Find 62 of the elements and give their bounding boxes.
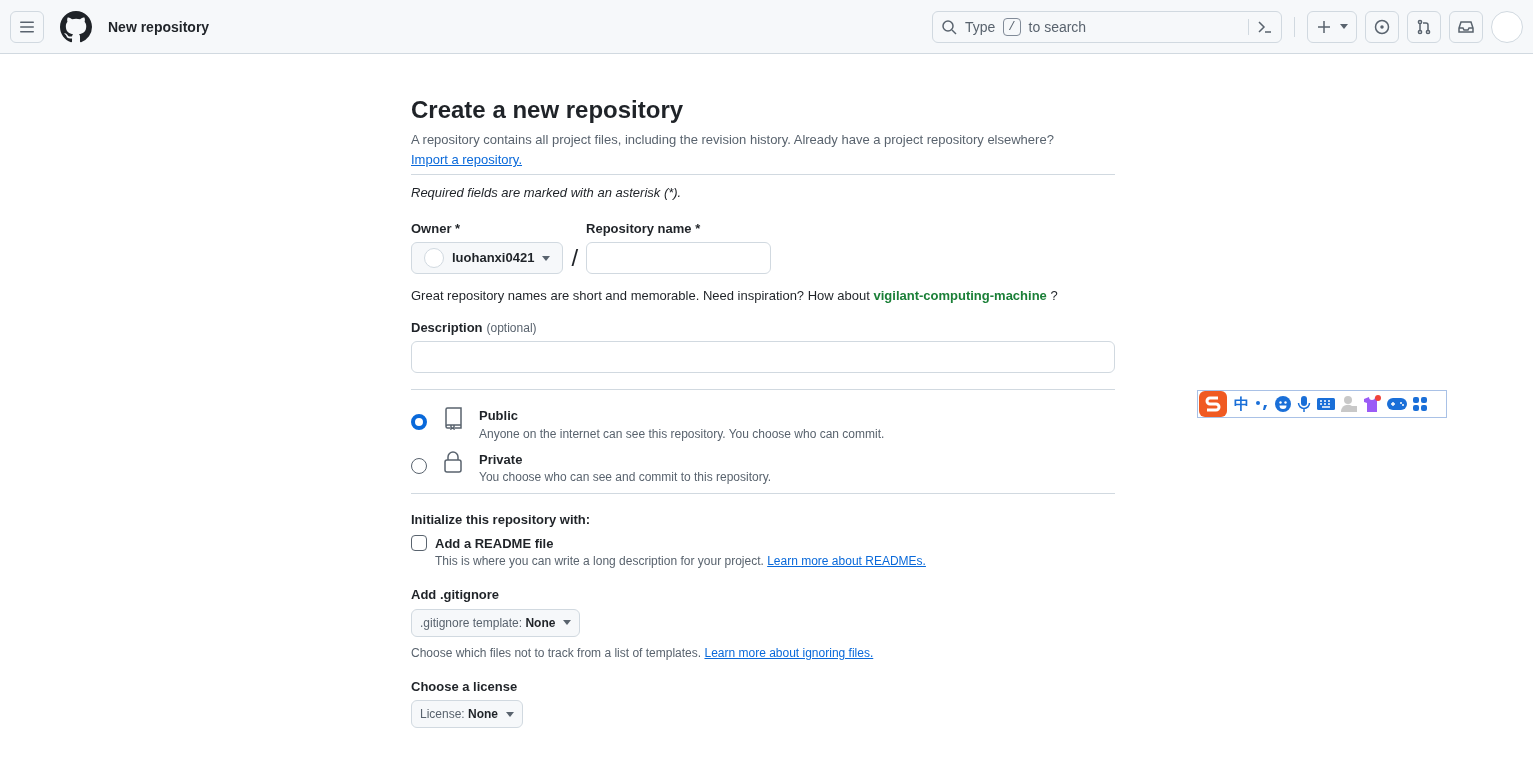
plus-icon (1316, 18, 1332, 35)
field-label: Repository name * (586, 219, 702, 238)
menu-button[interactable] (10, 10, 44, 43)
octocat-logo-icon[interactable] (60, 10, 92, 43)
pull-request-icon (1416, 18, 1432, 35)
caret-icon (563, 620, 572, 625)
create-new-button[interactable] (1307, 10, 1357, 43)
gamepad-icon[interactable] (1387, 397, 1407, 411)
issue-icon (1374, 18, 1390, 35)
microphone-icon[interactable] (1297, 395, 1311, 413)
section-heading: Choose a license (411, 677, 519, 696)
gitignore-link[interactable]: Learn more about ignoring files. (704, 645, 874, 660)
owner-dropdown[interactable]: luohanxi0421 (411, 242, 564, 274)
search-prefix: Type (965, 17, 996, 37)
license-dropdown[interactable]: License: None (411, 700, 524, 728)
caret-icon (506, 711, 515, 717)
readme-checkbox[interactable] (411, 535, 427, 552)
radio-button[interactable] (411, 414, 427, 430)
optional-hint: (optional) (486, 319, 537, 336)
keyboard-icon[interactable] (1317, 397, 1335, 411)
inbox-button[interactable] (1449, 10, 1483, 43)
option-description: Anyone on the internet can see this repository. You choose who can commit. (479, 425, 885, 442)
option-title: Public (479, 407, 519, 425)
import-link[interactable]: Import a repository. (411, 152, 523, 167)
name-suggestion: Great repository names are short and memorable. Need inspiration? How about vigilant-computing-machine ? (411, 287, 1059, 305)
option-description: You choose who can see and commit to this repository. (479, 469, 772, 485)
shortcut-key: / (1003, 17, 1021, 36)
gitignore-help: Choose which files not to track from a list of templates. Learn more about ignoring files. (411, 644, 875, 661)
section-heading: Add .gitignore (411, 586, 501, 604)
required-note: Required fields are marked with an asterisk (*). (411, 184, 683, 202)
radio-button[interactable] (411, 457, 427, 474)
owner-avatar (424, 248, 444, 268)
issues-button[interactable] (1365, 10, 1399, 43)
shirt-icon[interactable] (1363, 395, 1381, 413)
repository-name-input[interactable] (586, 242, 772, 274)
terminal-icon[interactable] (1257, 18, 1273, 35)
intro-text: A repository contains all project files, including the revision history. Already have a project repository elsewhere? (411, 131, 1055, 149)
field-label: Description (411, 318, 483, 337)
search-suffix: to search (1028, 17, 1087, 37)
lock-icon (443, 449, 463, 474)
page-title: New repository (108, 17, 210, 37)
path-separator: / (571, 243, 579, 273)
checkbox-label: Add a README file (435, 534, 554, 553)
caret-icon (542, 255, 551, 261)
pull-requests-button[interactable] (1407, 10, 1441, 43)
inbox-icon (1458, 18, 1474, 35)
book-icon (443, 406, 463, 430)
smiley-icon[interactable] (1275, 396, 1291, 412)
readme-help: This is where you can write a long description for your project. Learn more about READMEs. (435, 553, 927, 569)
input-mode-toggle[interactable]: 中 (1234, 392, 1249, 416)
apps-grid-icon[interactable] (1413, 397, 1427, 411)
option-title: Private (479, 450, 524, 469)
description-input[interactable] (411, 341, 1115, 373)
search-icon (941, 18, 957, 35)
s-logo-icon[interactable] (1198, 390, 1228, 418)
readme-link[interactable]: Learn more about READMEs. (767, 554, 926, 568)
gitignore-dropdown[interactable]: .gitignore template: None (411, 608, 581, 637)
caret-icon (1340, 24, 1348, 29)
field-label: Owner * (411, 219, 462, 238)
search-field[interactable]: Type / to search (932, 10, 1282, 43)
section-heading: Initialize this repository with: (411, 511, 592, 529)
heading: Create a new repository (411, 95, 685, 125)
